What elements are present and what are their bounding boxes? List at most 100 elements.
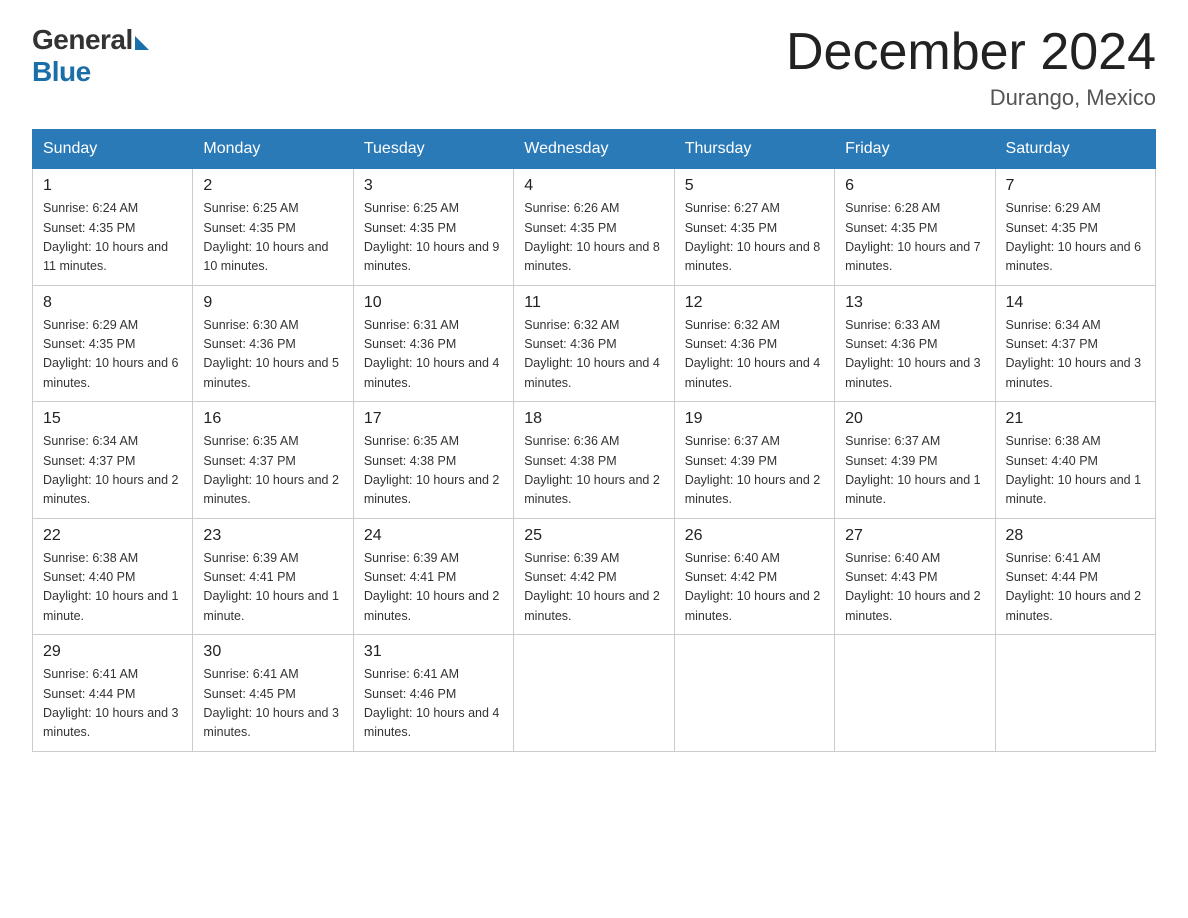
day-number: 26 <box>685 527 824 545</box>
day-cell-1: 1 Sunrise: 6:24 AMSunset: 4:35 PMDaylight… <box>33 169 193 286</box>
day-number: 3 <box>364 177 503 195</box>
logo-general-text: General <box>32 24 133 56</box>
location-label: Durango, Mexico <box>786 85 1156 111</box>
day-cell-13: 13 Sunrise: 6:33 AMSunset: 4:36 PMDayligh… <box>835 285 995 402</box>
day-cell-4: 4 Sunrise: 6:26 AMSunset: 4:35 PMDaylight… <box>514 169 674 286</box>
day-number: 28 <box>1006 527 1145 545</box>
day-number: 25 <box>524 527 663 545</box>
day-cell-12: 12 Sunrise: 6:32 AMSunset: 4:36 PMDayligh… <box>674 285 834 402</box>
day-info: Sunrise: 6:30 AMSunset: 4:36 PMDaylight:… <box>203 316 342 394</box>
calendar-body: 1 Sunrise: 6:24 AMSunset: 4:35 PMDaylight… <box>33 169 1156 752</box>
day-cell-27: 27Sunrise: 6:40 AMSunset: 4:43 PMDayligh… <box>835 518 995 635</box>
day-info: Sunrise: 6:25 AMSunset: 4:35 PMDaylight:… <box>364 199 503 277</box>
day-info: Sunrise: 6:29 AMSunset: 4:35 PMDaylight:… <box>43 316 182 394</box>
day-info: Sunrise: 6:39 AMSunset: 4:42 PMDaylight:… <box>524 549 663 627</box>
day-cell-7: 7 Sunrise: 6:29 AMSunset: 4:35 PMDaylight… <box>995 169 1155 286</box>
empty-cell <box>674 635 834 752</box>
day-cell-5: 5 Sunrise: 6:27 AMSunset: 4:35 PMDaylight… <box>674 169 834 286</box>
day-cell-16: 16 Sunrise: 6:35 AMSunset: 4:37 PMDayligh… <box>193 402 353 519</box>
day-number: 1 <box>43 177 182 195</box>
day-number: 4 <box>524 177 663 195</box>
day-info: Sunrise: 6:37 AMSunset: 4:39 PMDaylight:… <box>685 432 824 510</box>
empty-cell <box>835 635 995 752</box>
header-day-sunday: Sunday <box>33 130 193 169</box>
day-cell-6: 6Sunrise: 6:28 AMSunset: 4:35 PMDaylight… <box>835 169 995 286</box>
week-row-2: 8 Sunrise: 6:29 AMSunset: 4:35 PMDaylight… <box>33 285 1156 402</box>
day-cell-11: 11 Sunrise: 6:32 AMSunset: 4:36 PMDayligh… <box>514 285 674 402</box>
day-number: 20 <box>845 410 984 428</box>
day-info: Sunrise: 6:38 AMSunset: 4:40 PMDaylight:… <box>43 549 182 627</box>
day-number: 17 <box>364 410 503 428</box>
empty-cell <box>514 635 674 752</box>
day-number: 16 <box>203 410 342 428</box>
day-cell-26: 26 Sunrise: 6:40 AMSunset: 4:42 PMDayligh… <box>674 518 834 635</box>
empty-cell <box>995 635 1155 752</box>
calendar-header: SundayMondayTuesdayWednesdayThursdayFrid… <box>33 130 1156 169</box>
day-cell-10: 10 Sunrise: 6:31 AMSunset: 4:36 PMDayligh… <box>353 285 513 402</box>
day-info: Sunrise: 6:35 AMSunset: 4:38 PMDaylight:… <box>364 432 503 510</box>
day-cell-8: 8 Sunrise: 6:29 AMSunset: 4:35 PMDaylight… <box>33 285 193 402</box>
calendar-table: SundayMondayTuesdayWednesdayThursdayFrid… <box>32 129 1156 752</box>
logo-triangle-icon <box>135 36 149 50</box>
day-number: 5 <box>685 177 824 195</box>
day-info: Sunrise: 6:34 AMSunset: 4:37 PMDaylight:… <box>43 432 182 510</box>
day-cell-25: 25 Sunrise: 6:39 AMSunset: 4:42 PMDayligh… <box>514 518 674 635</box>
day-info: Sunrise: 6:35 AMSunset: 4:37 PMDaylight:… <box>203 432 342 510</box>
day-number: 11 <box>524 294 663 312</box>
day-number: 18 <box>524 410 663 428</box>
week-row-1: 1 Sunrise: 6:24 AMSunset: 4:35 PMDaylight… <box>33 169 1156 286</box>
day-number: 23 <box>203 527 342 545</box>
day-cell-23: 23 Sunrise: 6:39 AMSunset: 4:41 PMDayligh… <box>193 518 353 635</box>
header-row: SundayMondayTuesdayWednesdayThursdayFrid… <box>33 130 1156 169</box>
day-number: 9 <box>203 294 342 312</box>
day-info: Sunrise: 6:32 AMSunset: 4:36 PMDaylight:… <box>685 316 824 394</box>
week-row-5: 29 Sunrise: 6:41 AMSunset: 4:44 PMDayligh… <box>33 635 1156 752</box>
day-number: 14 <box>1006 294 1145 312</box>
day-number: 12 <box>685 294 824 312</box>
day-info: Sunrise: 6:41 AMSunset: 4:44 PMDaylight:… <box>1006 549 1145 627</box>
day-info: Sunrise: 6:40 AMSunset: 4:43 PMDaylight:… <box>845 549 984 627</box>
day-cell-3: 3 Sunrise: 6:25 AMSunset: 4:35 PMDaylight… <box>353 169 513 286</box>
day-number: 10 <box>364 294 503 312</box>
day-info: Sunrise: 6:25 AMSunset: 4:35 PMDaylight:… <box>203 199 342 277</box>
day-cell-31: 31Sunrise: 6:41 AMSunset: 4:46 PMDayligh… <box>353 635 513 752</box>
day-cell-14: 14 Sunrise: 6:34 AMSunset: 4:37 PMDayligh… <box>995 285 1155 402</box>
day-info: Sunrise: 6:40 AMSunset: 4:42 PMDaylight:… <box>685 549 824 627</box>
day-cell-29: 29 Sunrise: 6:41 AMSunset: 4:44 PMDayligh… <box>33 635 193 752</box>
day-info: Sunrise: 6:34 AMSunset: 4:37 PMDaylight:… <box>1006 316 1145 394</box>
day-cell-24: 24Sunrise: 6:39 AMSunset: 4:41 PMDayligh… <box>353 518 513 635</box>
day-cell-17: 17 Sunrise: 6:35 AMSunset: 4:38 PMDayligh… <box>353 402 513 519</box>
day-info: Sunrise: 6:24 AMSunset: 4:35 PMDaylight:… <box>43 199 182 277</box>
day-cell-22: 22Sunrise: 6:38 AMSunset: 4:40 PMDayligh… <box>33 518 193 635</box>
header-day-friday: Friday <box>835 130 995 169</box>
day-info: Sunrise: 6:41 AMSunset: 4:44 PMDaylight:… <box>43 665 182 743</box>
day-number: 13 <box>845 294 984 312</box>
day-cell-20: 20 Sunrise: 6:37 AMSunset: 4:39 PMDayligh… <box>835 402 995 519</box>
logo-blue-text: Blue <box>32 56 91 88</box>
day-info: Sunrise: 6:38 AMSunset: 4:40 PMDaylight:… <box>1006 432 1145 510</box>
day-info: Sunrise: 6:31 AMSunset: 4:36 PMDaylight:… <box>364 316 503 394</box>
day-info: Sunrise: 6:37 AMSunset: 4:39 PMDaylight:… <box>845 432 984 510</box>
day-info: Sunrise: 6:33 AMSunset: 4:36 PMDaylight:… <box>845 316 984 394</box>
day-cell-2: 2 Sunrise: 6:25 AMSunset: 4:35 PMDaylight… <box>193 169 353 286</box>
month-title: December 2024 <box>786 24 1156 81</box>
day-number: 15 <box>43 410 182 428</box>
page-header: General Blue December 2024 Durango, Mexi… <box>32 24 1156 111</box>
day-number: 29 <box>43 643 182 661</box>
day-info: Sunrise: 6:32 AMSunset: 4:36 PMDaylight:… <box>524 316 663 394</box>
day-info: Sunrise: 6:41 AMSunset: 4:46 PMDaylight:… <box>364 665 503 743</box>
day-cell-19: 19Sunrise: 6:37 AMSunset: 4:39 PMDayligh… <box>674 402 834 519</box>
day-info: Sunrise: 6:26 AMSunset: 4:35 PMDaylight:… <box>524 199 663 277</box>
day-number: 8 <box>43 294 182 312</box>
day-number: 7 <box>1006 177 1145 195</box>
day-info: Sunrise: 6:29 AMSunset: 4:35 PMDaylight:… <box>1006 199 1145 277</box>
header-day-thursday: Thursday <box>674 130 834 169</box>
day-cell-28: 28 Sunrise: 6:41 AMSunset: 4:44 PMDayligh… <box>995 518 1155 635</box>
day-number: 24 <box>364 527 503 545</box>
day-info: Sunrise: 6:39 AMSunset: 4:41 PMDaylight:… <box>203 549 342 627</box>
week-row-3: 15 Sunrise: 6:34 AMSunset: 4:37 PMDayligh… <box>33 402 1156 519</box>
day-number: 2 <box>203 177 342 195</box>
day-info: Sunrise: 6:27 AMSunset: 4:35 PMDaylight:… <box>685 199 824 277</box>
day-cell-9: 9 Sunrise: 6:30 AMSunset: 4:36 PMDaylight… <box>193 285 353 402</box>
header-day-wednesday: Wednesday <box>514 130 674 169</box>
